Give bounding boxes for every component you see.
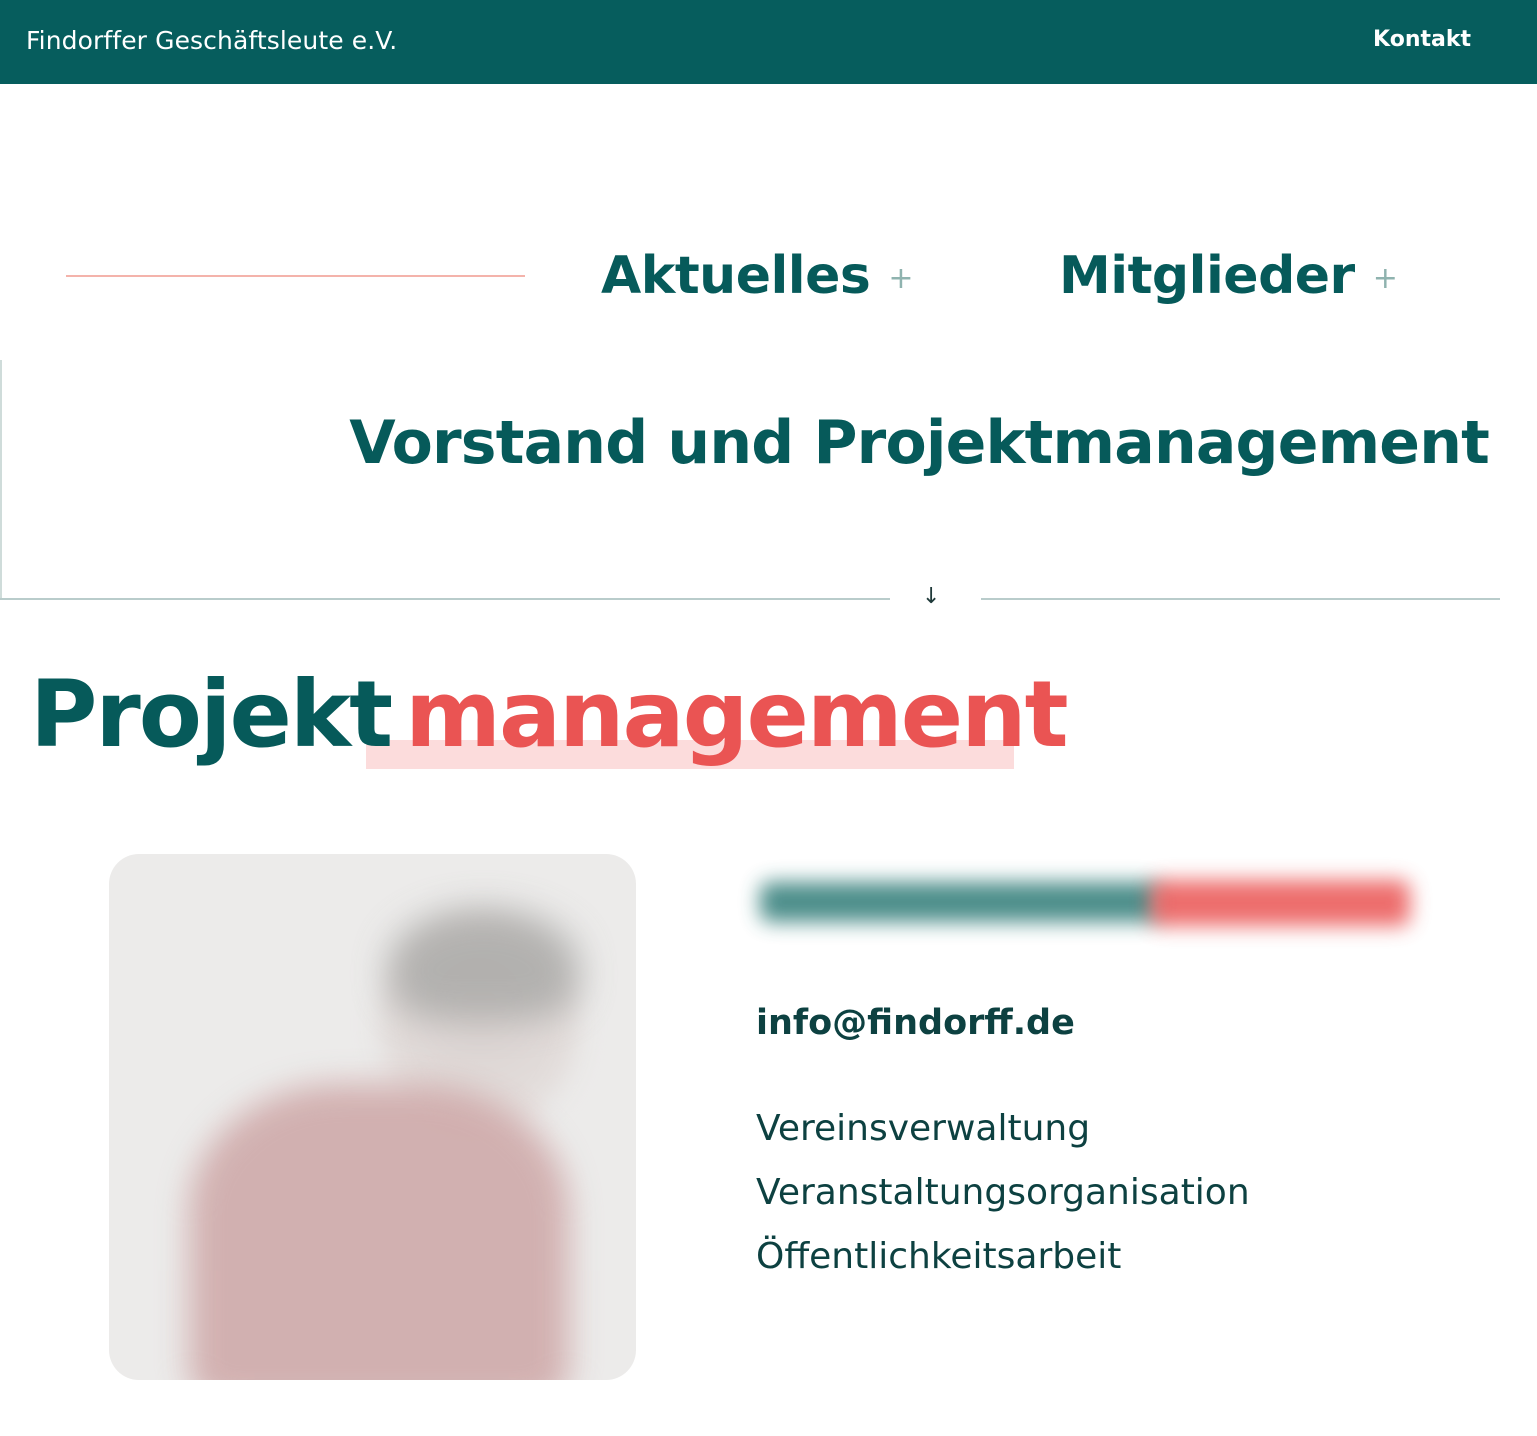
email-link[interactable]: info@findorff.de [756, 1003, 1075, 1043]
title-part-management: management [405, 661, 1069, 768]
top-bar: Findorffer Geschäftsleute e.V. Kontakt [0, 0, 1537, 84]
contact-link[interactable]: Kontakt [1373, 27, 1471, 52]
nav-item-mitglieder[interactable]: Mitglieder + [1059, 246, 1398, 306]
org-name[interactable]: Findorffer Geschäftsleute e.V. [26, 26, 397, 55]
photo-blur [389, 909, 579, 1019]
nav-item-aktuelles[interactable]: Aktuelles + [601, 246, 913, 306]
page-title: Projekt management [30, 661, 1069, 768]
nav-item-label: Mitglieder [1059, 246, 1355, 306]
edge-rule [0, 360, 2, 600]
section-heading: Vorstand und Projektmanagement [349, 408, 1490, 478]
role-item: Veranstaltungsorganisation [756, 1172, 1250, 1213]
divider-line [981, 598, 1500, 600]
person-photo [109, 854, 636, 1380]
name-blur [1150, 880, 1410, 926]
plus-icon: + [888, 260, 913, 296]
arrow-down-icon: ↓ [922, 584, 941, 609]
role-item: Vereinsverwaltung [756, 1108, 1091, 1149]
roles-list: Vereinsverwaltung Veranstaltungsorganisa… [756, 1106, 1250, 1298]
role-item: Öffentlichkeitsarbeit [756, 1236, 1122, 1277]
photo-blur [189, 1084, 569, 1380]
divider-line [0, 598, 890, 600]
plus-icon: + [1372, 260, 1398, 296]
title-part-projekt: Projekt [30, 661, 393, 768]
nav-accent-line [66, 275, 525, 277]
person-name-blurred [760, 872, 1420, 936]
name-blur [760, 882, 1160, 922]
nav-item-label: Aktuelles [601, 246, 871, 306]
